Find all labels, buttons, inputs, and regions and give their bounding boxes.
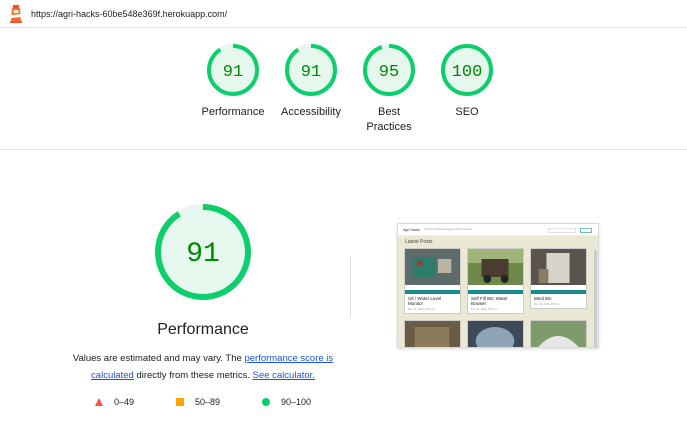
screenshot-card: Oil / Water Level Monitor Feb. 21, 2024,… — [404, 248, 461, 314]
legend-average: 50–89 — [176, 397, 220, 407]
screenshot-search — [548, 228, 576, 233]
gauge-performance[interactable]: 91 Performance — [188, 43, 278, 120]
score-ring: 100 — [441, 44, 493, 96]
card-image — [405, 249, 460, 285]
score-value: 100 — [452, 63, 483, 82]
score-value: 95 — [379, 63, 399, 82]
legend-pass: 90–100 — [262, 397, 311, 407]
performance-score-value: 91 — [186, 239, 220, 270]
square-icon — [176, 398, 184, 406]
card-image — [468, 321, 523, 347]
screenshot-body: Latest Posts Oil / Water Level Monitor F… — [398, 236, 598, 347]
screenshot-navbar: Agri Hacks Home Post Idea Categories Adm… — [398, 224, 598, 236]
screenshot-card — [404, 320, 461, 347]
card-image — [405, 321, 460, 347]
screenshot-brand: Agri Hacks — [403, 227, 420, 232]
gauge-seo[interactable]: 100 SEO — [422, 43, 512, 120]
lighthouse-icon — [10, 5, 22, 23]
score-ring: 95 — [363, 44, 415, 96]
performance-title: Performance — [157, 321, 249, 338]
performance-score-ring: 91 — [155, 204, 251, 300]
gauge-label: Best Practices — [366, 106, 412, 133]
divider — [350, 256, 351, 318]
final-screenshot[interactable]: Agri Hacks Home Post Idea Categories Adm… — [397, 223, 599, 348]
screenshot-card — [467, 320, 524, 347]
score-ring: 91 — [207, 44, 259, 96]
screenshot-heading: Latest Posts — [405, 239, 433, 245]
circle-icon — [262, 398, 270, 406]
report-header: https://agri-hacks-60be548e369f.herokuap… — [0, 0, 687, 28]
page-url[interactable]: https://agri-hacks-60be548e369f.herokuap… — [31, 9, 227, 19]
screenshot-nav-links: Home Post Idea Categories Admin Account — [423, 228, 472, 231]
screenshot-scrollbar — [594, 250, 597, 347]
screenshot-search-button — [580, 228, 592, 233]
gauge-label: Performance — [201, 106, 265, 118]
gauge-accessibility[interactable]: 91 Accessibility — [266, 43, 356, 120]
legend-fail: 0–49 — [95, 397, 134, 407]
score-value: 91 — [223, 63, 243, 82]
score-value: 91 — [301, 63, 321, 82]
gauge-best-practices[interactable]: 95 Best Practices — [344, 43, 434, 135]
triangle-icon — [95, 398, 103, 406]
card-image — [531, 321, 586, 347]
screenshot-card — [530, 320, 587, 347]
calculator-link[interactable]: See calculator. — [253, 370, 315, 381]
gauge-label: Accessibility — [281, 106, 341, 118]
score-ring: 91 — [285, 44, 337, 96]
category-gauges: 91 Performance 91 Accessibility 95 Best P… — [0, 28, 687, 150]
card-image — [468, 249, 523, 285]
gauge-label: SEO — [455, 106, 479, 118]
screenshot-card: Self Fill IBC Water Bowser Feb. 21, 2024… — [467, 248, 524, 314]
card-image — [531, 249, 586, 285]
performance-description: Values are estimated and may vary. The p… — [72, 353, 334, 381]
screenshot-card: Meal Bin Feb. 21, 2024, 2:59 p.m. — [530, 248, 587, 309]
